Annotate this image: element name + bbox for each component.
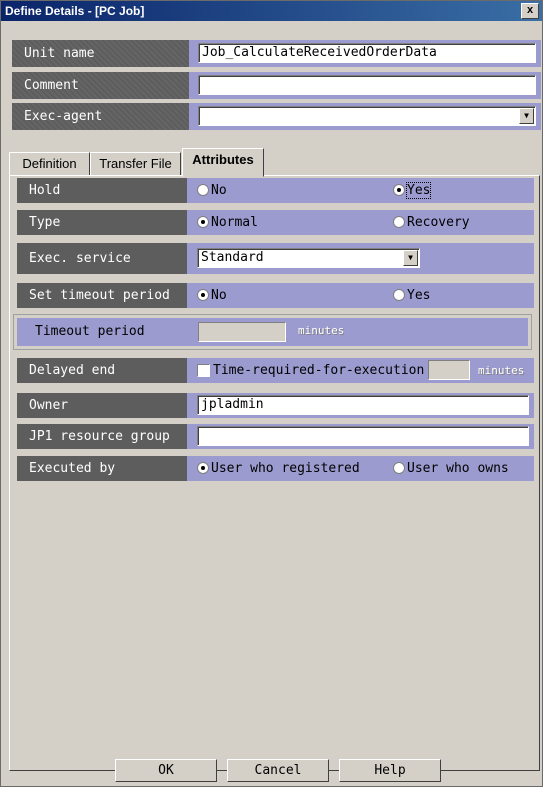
- executed-by-label: Executed by: [17, 456, 187, 481]
- comment-input[interactable]: [198, 75, 536, 95]
- type-label: Type: [17, 210, 187, 235]
- tab-attributes[interactable]: Attributes: [182, 148, 264, 177]
- title-bar[interactable]: Define Details - [PC Job] x: [1, 1, 542, 21]
- dialog-content: Unit name Job_CalculateReceivedOrderData…: [5, 23, 541, 786]
- hold-label: Hold: [17, 178, 187, 203]
- close-icon[interactable]: x: [521, 3, 539, 19]
- hold-row: Hold No Yes: [17, 178, 534, 203]
- delayed-end-checkbox[interactable]: [197, 364, 210, 377]
- jp1-resource-group-label: JP1 resource group: [17, 424, 187, 449]
- delayed-end-checkbox-label[interactable]: Time-required-for-execution: [213, 363, 424, 378]
- exec-service-label: Exec. service: [17, 243, 187, 274]
- tab-transfer-file[interactable]: Transfer File: [90, 152, 181, 176]
- exec-service-row: Exec. service Standard ▼: [17, 243, 534, 274]
- radio-selected-icon: [393, 184, 405, 196]
- tab-definition[interactable]: Definition: [9, 152, 90, 176]
- timeout-minutes-label: minutes: [298, 324, 345, 337]
- help-button[interactable]: Help: [339, 759, 441, 782]
- cancel-button[interactable]: Cancel: [227, 759, 329, 782]
- executed-by-row: Executed by User who registered User who…: [17, 456, 534, 481]
- timeout-period-field-area: minutes: [188, 318, 528, 346]
- jp1-resource-group-row: JP1 resource group: [17, 424, 534, 449]
- unit-name-input[interactable]: Job_CalculateReceivedOrderData: [198, 43, 536, 63]
- exec-service-combo[interactable]: Standard ▼: [197, 248, 420, 268]
- timeout-period-label: Timeout period: [17, 318, 188, 346]
- exec-agent-row: Exec-agent ▼: [12, 103, 541, 130]
- window-title: Define Details - [PC Job]: [5, 4, 145, 18]
- exec-service-value: Standard: [201, 250, 264, 265]
- owner-label: Owner: [17, 393, 187, 418]
- jp1-resource-group-input[interactable]: [197, 426, 529, 446]
- set-timeout-label: Set timeout period: [17, 283, 187, 308]
- chevron-down-icon[interactable]: ▼: [403, 250, 418, 266]
- define-details-dialog: Define Details - [PC Job] x Unit name Jo…: [0, 0, 543, 787]
- radio-selected-icon: [197, 216, 209, 228]
- comment-row: Comment: [12, 72, 541, 99]
- chevron-down-icon[interactable]: ▼: [519, 108, 534, 124]
- unit-name-label: Unit name: [12, 40, 189, 67]
- owner-input[interactable]: jpladmin: [197, 395, 529, 415]
- timeout-period-input: [198, 322, 286, 342]
- exec-agent-combo[interactable]: ▼: [198, 106, 536, 126]
- radio-icon: [197, 184, 209, 196]
- radio-icon: [393, 289, 405, 301]
- radio-selected-icon: [197, 289, 209, 301]
- delayed-end-label: Delayed end: [17, 358, 187, 383]
- type-row: Type Normal Recovery: [17, 210, 534, 235]
- comment-label: Comment: [12, 72, 189, 99]
- radio-icon: [393, 216, 405, 228]
- owner-row: Owner jpladmin: [17, 393, 534, 418]
- ok-button[interactable]: OK: [115, 759, 217, 782]
- delayed-end-row: Delayed end Time-required-for-execution …: [17, 358, 534, 383]
- radio-icon: [393, 462, 405, 474]
- delayed-end-minutes-label: minutes: [478, 364, 525, 377]
- set-timeout-row: Set timeout period No Yes: [17, 283, 534, 308]
- unit-name-row: Unit name Job_CalculateReceivedOrderData: [12, 40, 541, 67]
- delayed-end-input: [428, 360, 470, 380]
- attributes-panel: Hold No Yes Type Normal Recovery Exec. s…: [9, 175, 540, 771]
- timeout-period-row: Timeout period minutes: [13, 314, 532, 350]
- radio-selected-icon: [197, 462, 209, 474]
- exec-agent-label: Exec-agent: [12, 103, 189, 130]
